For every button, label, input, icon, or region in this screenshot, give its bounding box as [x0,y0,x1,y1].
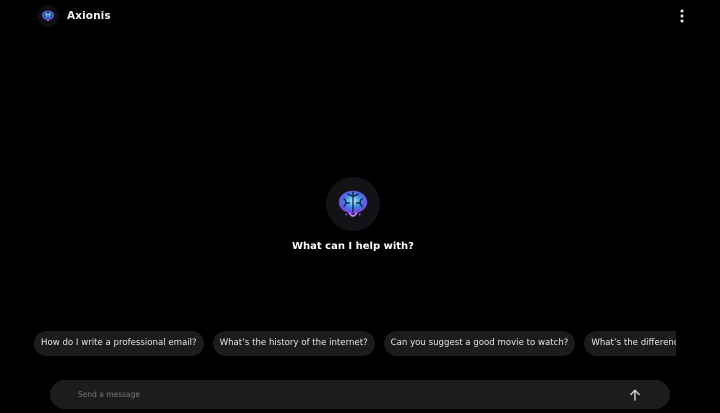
brain-logo-icon [326,177,380,231]
message-input[interactable] [78,380,598,409]
suggestion-chip[interactable]: How do I write a professional email? [34,331,204,356]
suggestion-chip[interactable]: What’s the difference between [584,331,676,356]
menu-button[interactable] [672,6,692,26]
suggestion-list: How do I write a professional email? What… [34,331,676,356]
brand[interactable]: Axionis [37,5,111,27]
more-vertical-icon [680,9,684,23]
suggestion-chip[interactable]: Can you suggest a good movie to watch? [383,331,576,356]
send-button[interactable] [625,385,644,404]
message-composer [50,380,670,409]
page-title: What can I help with? [292,241,414,252]
top-bar: Axionis [0,0,720,34]
suggestion-chip[interactable]: What’s the history of the internet? [212,331,375,356]
welcome-hero: What can I help with? [0,177,706,252]
arrow-up-icon [629,389,640,401]
brain-logo-icon [37,5,59,27]
app-name: Axionis [67,10,111,22]
